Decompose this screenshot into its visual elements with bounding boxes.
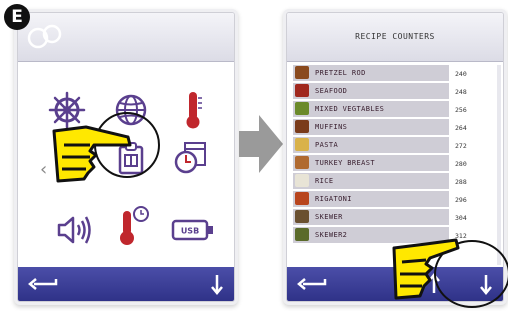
transition-arrow-icon <box>239 115 283 173</box>
recipe-name-cell: RIGATONI <box>293 191 449 208</box>
step-badge: E <box>4 4 30 30</box>
recipe-name-cell: SEAFOOD <box>293 83 449 100</box>
recipe-count: 280 <box>455 160 467 168</box>
recipe-thumbnail <box>295 156 309 169</box>
list-item[interactable]: RIGATONI 296 <box>293 191 497 208</box>
back-arrow-icon[interactable] <box>297 276 327 292</box>
list-item[interactable]: TURKEY BREAST 280 <box>293 155 497 172</box>
recipe-name: SEAFOOD <box>315 87 348 95</box>
top-bar: RECIPE COUNTERS <box>287 13 503 62</box>
bottom-bar <box>18 267 234 301</box>
thermometer-clock-icon[interactable] <box>112 205 154 247</box>
top-bar <box>18 13 234 62</box>
recipe-name: SKEWER2 <box>315 231 348 239</box>
recipe-count: 256 <box>455 106 467 114</box>
recipe-thumbnail <box>295 174 309 187</box>
usb-icon[interactable]: USB <box>170 209 216 251</box>
usb-label: USB <box>181 227 199 236</box>
recipe-name: SKEWER <box>315 213 343 221</box>
list-item[interactable]: SKEWER 304 <box>293 209 497 226</box>
recipe-thumbnail <box>295 228 309 241</box>
pointing-hand-icon <box>52 125 132 183</box>
recipe-count: 288 <box>455 178 467 186</box>
recipe-name: MUFFINS <box>315 123 348 131</box>
pointing-hand-icon <box>392 238 460 300</box>
list-item[interactable]: SEAFOOD 248 <box>293 83 497 100</box>
recipe-name-cell: TURKEY BREAST <box>293 155 449 172</box>
recipe-count: 272 <box>455 142 467 150</box>
list-item[interactable]: PASTA 272 <box>293 137 497 154</box>
screen-title: RECIPE COUNTERS <box>355 32 435 41</box>
recipe-name: PASTA <box>315 141 339 149</box>
recipe-name-cell: MIXED VEGTABLES <box>293 101 449 118</box>
recipe-name: MIXED VEGTABLES <box>315 105 385 113</box>
recipe-thumbnail <box>295 66 309 79</box>
recipe-thumbnail <box>295 138 309 151</box>
list-item[interactable]: MUFFINS 264 <box>293 119 497 136</box>
recipe-count: 240 <box>455 70 467 78</box>
recipe-thumbnail <box>295 120 309 133</box>
recipe-thumbnail <box>295 102 309 115</box>
recipe-count: 304 <box>455 214 467 222</box>
thermometer-icon[interactable] <box>172 89 214 131</box>
recipe-thumbnail <box>295 210 309 223</box>
recipe-thumbnail <box>295 84 309 97</box>
recipe-count: 296 <box>455 196 467 204</box>
scroll-track[interactable] <box>497 65 501 265</box>
recipe-name: TURKEY BREAST <box>315 159 375 167</box>
brand-logo-icon <box>27 24 62 49</box>
recipe-name: PRETZEL ROD <box>315 69 366 77</box>
recipe-name-cell: PRETZEL ROD <box>293 65 449 82</box>
list-item[interactable]: RICE 288 <box>293 173 497 190</box>
recipe-name: RICE <box>315 177 334 185</box>
recipe-name-cell: RICE <box>293 173 449 190</box>
scroll-down-arrow-icon[interactable] <box>210 273 224 295</box>
recipe-name-cell: SKEWER <box>293 209 449 226</box>
recipe-count: 264 <box>455 124 467 132</box>
recipe-name-cell: MUFFINS <box>293 119 449 136</box>
chevron-left-icon[interactable]: ‹ <box>40 159 47 180</box>
list-item[interactable]: MIXED VEGTABLES 256 <box>293 101 497 118</box>
volume-icon[interactable] <box>54 209 96 251</box>
recipe-name-cell: PASTA <box>293 137 449 154</box>
back-arrow-icon[interactable] <box>28 276 58 292</box>
recipe-name: RIGATONI <box>315 195 352 203</box>
list-item[interactable]: PRETZEL ROD 240 <box>293 65 497 82</box>
recipe-thumbnail <box>295 192 309 205</box>
recipe-count: 248 <box>455 88 467 96</box>
timer-calendar-icon[interactable] <box>170 137 212 179</box>
